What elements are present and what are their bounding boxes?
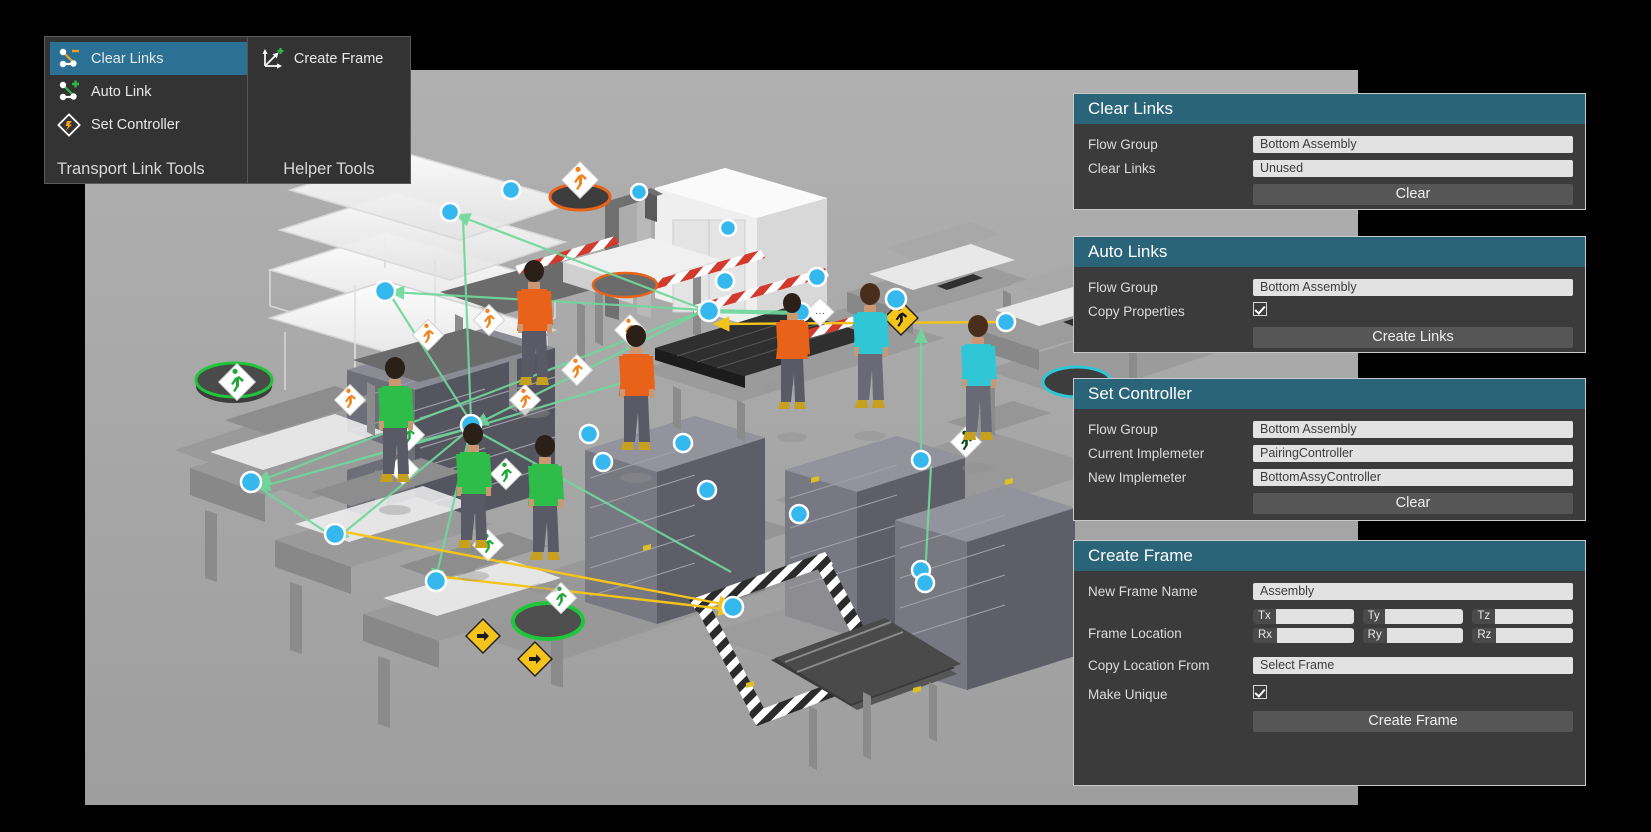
ry-label: Ry [1362, 628, 1387, 643]
ry-field-group[interactable]: Ry [1362, 628, 1464, 643]
new-frame-name-field[interactable]: Assembly [1253, 582, 1573, 600]
new-implemeter-label: New Implemeter [1088, 469, 1187, 485]
tz-label: Tz [1472, 609, 1496, 624]
ribbon-group-helper-tools: Create Frame Helper Tools [246, 37, 410, 183]
copy-location-from-label: Copy Location From [1088, 657, 1210, 673]
location-pad-bottom [511, 601, 585, 641]
flow-group-label: Flow Group [1088, 421, 1158, 437]
ribbon-item-create-frame[interactable]: Create Frame [253, 42, 410, 75]
location-pad-orange-2 [591, 271, 659, 299]
row-current-implemeter: Current Implemeter PairingController [1088, 442, 1573, 464]
ribbon-item-set-controller[interactable]: Set Controller [50, 108, 247, 141]
panel-set-controller-body: Flow Group Bottom Assembly Current Imple… [1074, 409, 1585, 526]
panel-set-controller-title: Set Controller [1074, 379, 1585, 409]
rx-field-group[interactable]: Rx [1253, 628, 1354, 643]
row-create-frame-button: Create Frame [1088, 710, 1573, 732]
copy-properties-checkbox[interactable] [1253, 301, 1267, 316]
rotation-row: Rx Ry Rz [1253, 628, 1574, 643]
panel-create-frame: Create Frame New Frame Name Assembly Fra… [1073, 540, 1586, 786]
flow-group-label: Flow Group [1088, 136, 1158, 152]
set-controller-icon [57, 112, 81, 137]
clear-button[interactable]: Clear [1253, 492, 1573, 514]
ribbon-group-transport-link-tools: Clear Links Auto Link Set Controller Tra… [45, 37, 247, 183]
panel-create-frame-title: Create Frame [1074, 541, 1585, 571]
translation-row: Tx Ty Tz [1253, 609, 1574, 624]
ry-input[interactable] [1386, 628, 1464, 643]
current-implemeter-label: Current Implemeter [1088, 445, 1205, 461]
panel-create-frame-body: New Frame Name Assembly Frame Location T… [1074, 571, 1585, 744]
create-frame-button[interactable]: Create Frame [1253, 710, 1573, 732]
row-copy-properties: Copy Properties [1088, 300, 1573, 322]
ribbon-item-auto-link[interactable]: Auto Link [50, 75, 247, 108]
row-make-unique: Make Unique [1088, 683, 1573, 705]
tx-label: Tx [1253, 609, 1276, 624]
current-implemeter-field[interactable]: PairingController [1253, 444, 1573, 462]
make-unique-checkbox[interactable] [1253, 684, 1267, 699]
panel-auto-links-body: Flow Group Bottom Assembly Copy Properti… [1074, 267, 1585, 360]
flow-group-label: Flow Group [1088, 279, 1158, 295]
panel-clear-links-body: Flow Group Bottom Assembly Clear Links U… [1074, 124, 1585, 217]
row-flow-group: Flow Group Bottom Assembly [1088, 133, 1573, 155]
flow-group-field[interactable]: Bottom Assembly [1253, 135, 1573, 153]
clear-links-field[interactable]: Unused [1253, 159, 1573, 177]
row-new-implemeter: New Implemeter BottomAssyController [1088, 466, 1573, 488]
panel-clear-links-title: Clear Links [1074, 94, 1585, 124]
row-create-links-button: Create Links [1088, 326, 1573, 348]
make-unique-label: Make Unique [1088, 686, 1168, 702]
frame-location-label: Frame Location [1088, 626, 1182, 641]
panel-set-controller: Set Controller Flow Group Bottom Assembl… [1073, 378, 1586, 521]
row-flow-group: Flow Group Bottom Assembly [1088, 276, 1573, 298]
clear-button[interactable]: Clear [1253, 183, 1573, 205]
ribbon-toolbar: Clear Links Auto Link Set Controller Tra… [44, 36, 411, 184]
row-clear-button: Clear [1088, 492, 1573, 514]
panel-auto-links: Auto Links Flow Group Bottom Assembly Co… [1073, 236, 1586, 353]
clear-links-icon [59, 48, 79, 67]
new-implemeter-field[interactable]: BottomAssyController [1253, 468, 1573, 486]
ribbon-group-title-transport: Transport Link Tools [57, 160, 205, 178]
ribbon-item-clear-links[interactable]: Clear Links [50, 42, 247, 75]
tz-field-group[interactable]: Tz [1472, 609, 1574, 624]
copy-location-from-field[interactable]: Select Frame [1253, 656, 1573, 674]
row-frame-location: Frame Location Tx Ty Tz Rx Ry Rz [1088, 609, 1574, 647]
new-frame-name-label: New Frame Name [1088, 583, 1198, 599]
ty-label: Ty [1362, 609, 1385, 624]
ty-input[interactable] [1384, 609, 1464, 624]
flow-group-field[interactable]: Bottom Assembly [1253, 278, 1573, 296]
svg-text:···: ··· [815, 308, 825, 319]
row-flow-group: Flow Group Bottom Assembly [1088, 418, 1573, 440]
tx-field-group[interactable]: Tx [1253, 609, 1354, 624]
row-copy-location-from: Copy Location From Select Frame [1088, 654, 1573, 676]
application-window: ··· Clear Links Auto Link Set Controller… [0, 0, 1651, 832]
panel-clear-links: Clear Links Flow Group Bottom Assembly C… [1073, 93, 1586, 210]
ty-field-group[interactable]: Ty [1362, 609, 1464, 624]
row-clear-button: Clear [1088, 183, 1573, 205]
clear-links-label: Clear Links [1088, 160, 1156, 176]
tx-input[interactable] [1275, 609, 1354, 624]
ribbon-group-title-helper: Helper Tools [283, 160, 375, 178]
tz-input[interactable] [1495, 609, 1574, 624]
flow-group-field[interactable]: Bottom Assembly [1253, 420, 1573, 438]
rz-input[interactable] [1496, 628, 1574, 643]
panel-auto-links-title: Auto Links [1074, 237, 1585, 267]
ribbon-item-create-frame-label: Create Frame [293, 50, 384, 67]
auto-link-icon [59, 80, 79, 100]
create-frame-icon [262, 47, 284, 69]
ribbon-item-clear-links-label: Clear Links [91, 50, 164, 67]
copy-properties-label: Copy Properties [1088, 303, 1185, 319]
rx-input[interactable] [1277, 628, 1354, 643]
rz-field-group[interactable]: Rz [1472, 628, 1574, 643]
row-new-frame-name: New Frame Name Assembly [1088, 580, 1573, 602]
row-clear-links: Clear Links Unused [1088, 157, 1573, 179]
rz-label: Rz [1472, 628, 1497, 643]
create-links-button[interactable]: Create Links [1253, 326, 1573, 348]
rx-label: Rx [1253, 628, 1278, 643]
ribbon-item-set-controller-label: Set Controller [91, 116, 180, 133]
ribbon-item-auto-link-label: Auto Link [91, 83, 152, 100]
